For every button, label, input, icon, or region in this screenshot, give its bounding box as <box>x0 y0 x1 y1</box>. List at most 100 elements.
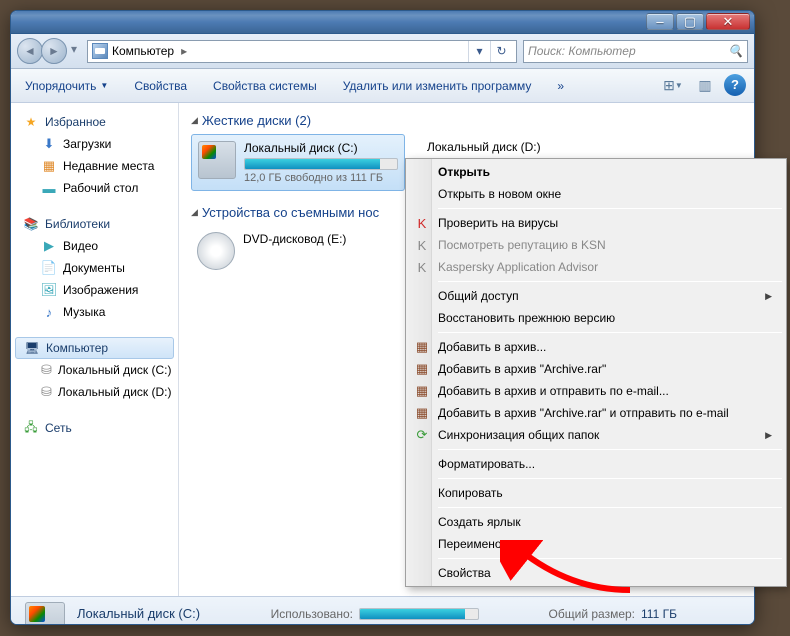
submenu-arrow-icon: ▶ <box>765 291 772 302</box>
kaspersky-icon: K <box>414 215 430 231</box>
toolbar: Упорядочить▼ Свойства Свойства системы У… <box>11 69 754 103</box>
kaspersky-icon: K <box>414 237 430 253</box>
dvd-icon <box>197 232 235 270</box>
titlebar: – ▢ ✕ <box>11 11 754 34</box>
system-properties-button[interactable]: Свойства системы <box>207 75 323 97</box>
sidebar-computer[interactable]: 🖥Компьютер <box>15 337 174 359</box>
help-button[interactable]: ? <box>724 74 746 96</box>
toolbar-overflow[interactable]: » <box>551 75 570 97</box>
address-dropdown-button[interactable]: ▾ <box>468 41 490 62</box>
ctx-create-shortcut[interactable]: Создать ярлык <box>408 511 784 533</box>
sidebar-favorites[interactable]: ★Избранное <box>11 111 178 133</box>
sidebar-network[interactable]: 🖧Сеть <box>11 417 178 439</box>
drive-c-freespace: 12,0 ГБ свободно из 111 ГБ <box>244 172 398 184</box>
star-icon: ★ <box>23 114 39 130</box>
sidebar-item-disk-d[interactable]: ⛁Локальный диск (D:) <box>11 381 178 403</box>
sidebar-item-recent[interactable]: ▦Недавние места <box>11 155 178 177</box>
status-drive-name: Локальный диск (C:) <box>77 606 227 621</box>
status-fs-label: Файловая система: <box>495 623 635 625</box>
ctx-ksn-reputation[interactable]: KПосмотреть репутацию в KSN <box>408 234 784 256</box>
nav-back-button[interactable]: ◄ <box>17 38 43 64</box>
sidebar-item-images[interactable]: 🖼Изображения <box>11 279 178 301</box>
ctx-virus-check[interactable]: KПроверить на вирусы <box>408 212 784 234</box>
disk-icon: ⛁ <box>41 384 52 400</box>
documents-icon: 📄 <box>41 260 57 276</box>
ctx-kaspersky-advisor[interactable]: KKaspersky Application Advisor <box>408 256 784 278</box>
sidebar-item-desktop[interactable]: ▬Рабочий стол <box>11 177 178 199</box>
drive-c[interactable]: Локальный диск (C:) 12,0 ГБ свободно из … <box>191 134 405 191</box>
search-input[interactable]: Поиск: Компьютер 🔍 <box>523 40 748 63</box>
close-button[interactable]: ✕ <box>706 13 750 30</box>
sidebar: ★Избранное ⬇Загрузки ▦Недавние места ▬Ра… <box>11 103 179 596</box>
uninstall-button[interactable]: Удалить или изменить программу <box>337 75 538 97</box>
sidebar-item-documents[interactable]: 📄Документы <box>11 257 178 279</box>
status-drive-type: Локальный диск <box>77 623 227 625</box>
status-usage-bar <box>359 608 479 620</box>
properties-button[interactable]: Свойства <box>128 75 193 97</box>
sidebar-item-video[interactable]: ▶Видео <box>11 235 178 257</box>
drive-d-label: Локальный диск (D:) <box>427 140 629 154</box>
sidebar-item-downloads[interactable]: ⬇Загрузки <box>11 133 178 155</box>
status-free-label: Свободно: <box>233 623 353 625</box>
music-icon: ♪ <box>41 304 57 320</box>
status-total-label: Общий размер: <box>495 607 635 621</box>
ctx-open[interactable]: Открыть <box>408 161 784 183</box>
minimize-button[interactable]: – <box>646 13 674 30</box>
disk-icon: ⛁ <box>41 362 52 378</box>
winrar-icon: ▦ <box>414 361 430 377</box>
refresh-button[interactable]: ↻ <box>490 41 512 62</box>
ctx-format[interactable]: Форматировать... <box>408 453 784 475</box>
sync-icon: ⟳ <box>414 427 430 443</box>
computer-icon: 🖥 <box>24 340 40 356</box>
ctx-add-archive[interactable]: ▦Добавить в архив... <box>408 336 784 358</box>
ctx-properties[interactable]: Свойства <box>408 562 784 584</box>
ctx-add-archive-rar[interactable]: ▦Добавить в архив "Archive.rar" <box>408 358 784 380</box>
status-free-val: 12,0 ГБ <box>359 623 489 625</box>
address-bar[interactable]: Компьютер ▸ ▾ ↻ <box>87 40 517 63</box>
images-icon: 🖼 <box>41 282 57 298</box>
ctx-add-archive-email[interactable]: ▦Добавить в архив и отправить по e-mail.… <box>408 380 784 402</box>
preview-pane-button[interactable]: ▥ <box>692 74 718 98</box>
search-icon[interactable]: 🔍 <box>728 44 743 58</box>
sidebar-item-disk-c[interactable]: ⛁Локальный диск (C:) <box>11 359 178 381</box>
video-icon: ▶ <box>41 238 57 254</box>
maximize-button[interactable]: ▢ <box>676 13 704 30</box>
drive-icon <box>198 141 236 179</box>
sidebar-libraries[interactable]: 📚Библиотеки <box>11 213 178 235</box>
desktop-icon: ▬ <box>41 180 57 196</box>
address-root: Компьютер <box>112 44 174 58</box>
status-bar: Локальный диск (C:) Использовано: Общий … <box>11 596 754 625</box>
submenu-arrow-icon: ▶ <box>765 430 772 441</box>
search-placeholder: Поиск: Компьютер <box>528 44 636 58</box>
drive-c-usage-bar <box>244 158 398 170</box>
nav-forward-button[interactable]: ► <box>41 38 67 64</box>
network-icon: 🖧 <box>23 420 39 436</box>
winrar-icon: ▦ <box>414 339 430 355</box>
drive-dvd[interactable]: DVD-дисковод (E:) <box>191 226 405 276</box>
recent-icon: ▦ <box>41 158 57 174</box>
view-mode-button[interactable]: ⊞ ▼ <box>660 74 686 98</box>
ctx-open-new-window[interactable]: Открыть в новом окне <box>408 183 784 205</box>
winrar-icon: ▦ <box>414 383 430 399</box>
status-used-label: Использовано: <box>233 607 353 621</box>
breadcrumb-separator-icon[interactable]: ▸ <box>178 44 190 58</box>
status-drive-icon <box>25 602 65 626</box>
sidebar-item-music[interactable]: ♪Музыка <box>11 301 178 323</box>
ctx-sync-shared[interactable]: ⟳Синхронизация общих папок▶ <box>408 424 784 446</box>
ctx-add-archive-rar-email[interactable]: ▦Добавить в архив "Archive.rar" и отправ… <box>408 402 784 424</box>
organize-button[interactable]: Упорядочить▼ <box>19 75 114 97</box>
ctx-restore-version[interactable]: Восстановить прежнюю версию <box>408 307 784 329</box>
computer-icon <box>92 43 108 59</box>
ctx-share[interactable]: Общий доступ▶ <box>408 285 784 307</box>
ctx-rename[interactable]: Переименовать <box>408 533 784 555</box>
kaspersky-icon: K <box>414 259 430 275</box>
libraries-icon: 📚 <box>23 216 39 232</box>
drive-c-label: Локальный диск (C:) <box>244 141 398 155</box>
ctx-copy[interactable]: Копировать <box>408 482 784 504</box>
group-hdd-title[interactable]: Жесткие диски (2) <box>191 113 742 128</box>
download-icon: ⬇ <box>41 136 57 152</box>
address-row: ◄ ► ▾ Компьютер ▸ ▾ ↻ Поиск: Компьютер 🔍 <box>11 34 754 69</box>
drive-dvd-label: DVD-дисковод (E:) <box>243 232 399 246</box>
nav-history-dropdown[interactable]: ▾ <box>67 38 81 60</box>
context-menu: Открыть Открыть в новом окне KПроверить … <box>405 158 787 587</box>
